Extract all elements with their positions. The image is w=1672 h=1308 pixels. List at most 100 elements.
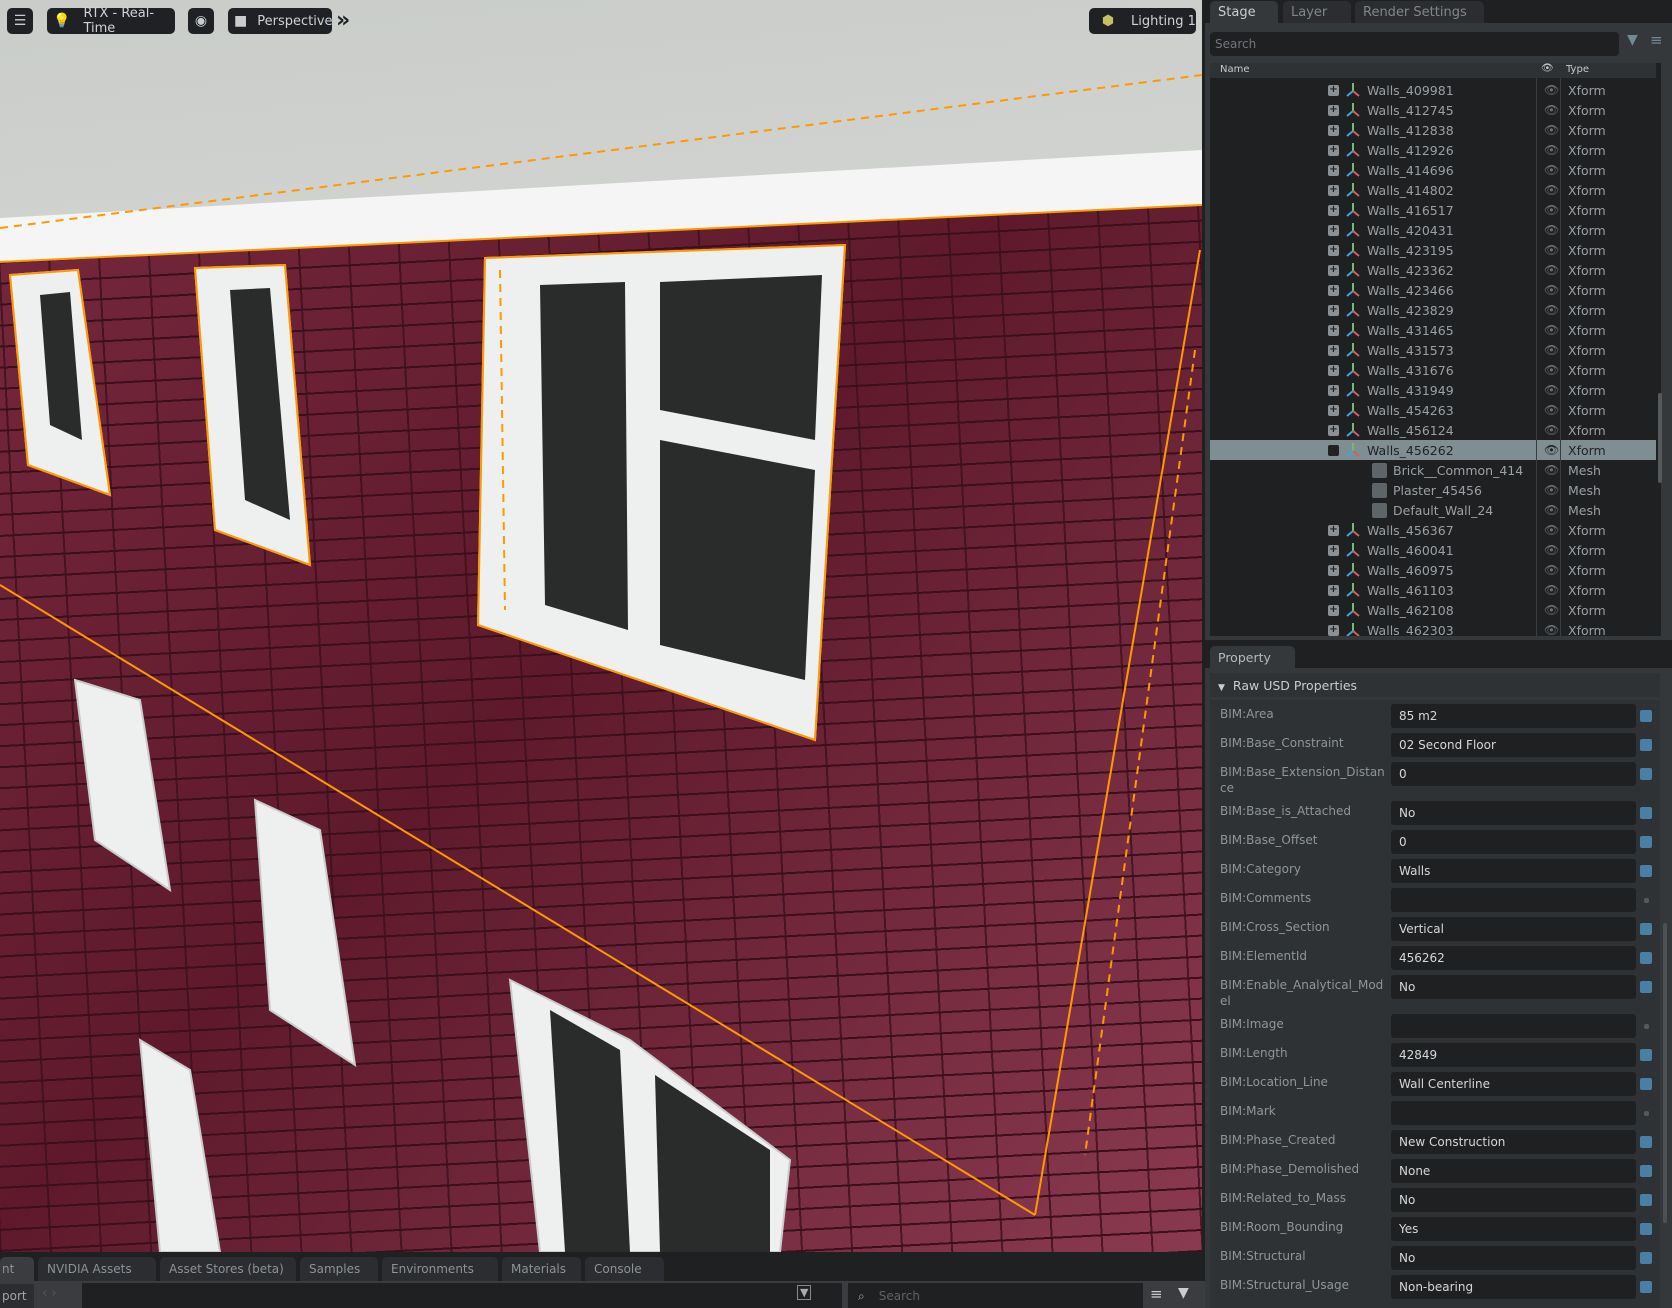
property-set-indicator[interactable] [1640, 1194, 1652, 1206]
list-view-icon[interactable]: ≡ [1150, 1285, 1163, 1303]
expand-icon[interactable]: + [1328, 284, 1339, 296]
stage-search-input[interactable]: Search [1210, 32, 1619, 56]
property-set-indicator[interactable] [1640, 865, 1652, 877]
tab-property[interactable]: Property [1210, 646, 1295, 668]
property-set-indicator[interactable] [1640, 1136, 1652, 1148]
raw-usd-section-header[interactable]: ▼ Raw USD Properties [1210, 673, 1660, 697]
collapse-icon[interactable]: − [1328, 444, 1339, 456]
property-set-indicator[interactable] [1640, 1223, 1652, 1235]
tree-row[interactable]: + Walls_412926 👁 Xform [1210, 140, 1656, 160]
tree-row[interactable]: + Walls_431465 👁 Xform [1210, 320, 1656, 340]
expand-icon[interactable]: + [1328, 204, 1339, 216]
property-value-field[interactable]: New Construction [1391, 1130, 1636, 1154]
property-value-field[interactable]: Wall Centerline [1391, 1072, 1636, 1096]
property-value-field[interactable]: 0 [1391, 830, 1636, 854]
eye-icon[interactable]: 👁 [1544, 143, 1559, 157]
expand-icon[interactable]: + [1328, 344, 1339, 356]
eye-icon[interactable]: 👁 [1541, 63, 1554, 74]
expand-icon[interactable]: + [1328, 424, 1339, 436]
eye-icon[interactable]: 👁 [1544, 343, 1559, 357]
eye-icon[interactable]: 👁 [1544, 503, 1559, 517]
property-value-field[interactable]: Walls [1391, 859, 1636, 883]
eye-icon[interactable]: 👁 [1544, 383, 1559, 397]
tree-scrollbar[interactable] [1658, 393, 1662, 483]
property-set-indicator[interactable] [1640, 710, 1652, 722]
eye-icon[interactable]: 👁 [1544, 103, 1559, 117]
bottom-tab[interactable]: Asset Stores (beta) [160, 1257, 296, 1281]
property-value-field[interactable]: None [1391, 1159, 1636, 1183]
filter-icon[interactable]: ▼ [1627, 32, 1638, 48]
eye-icon[interactable]: 👁 [1544, 543, 1559, 557]
eye-icon[interactable]: 👁 [1544, 123, 1559, 137]
tree-row[interactable]: + Walls_462303 👁 Xform [1210, 620, 1656, 636]
tree-row[interactable]: Plaster_45456 👁 Mesh [1210, 480, 1656, 500]
tab-stage[interactable]: Stage [1210, 1, 1278, 24]
property-value-field[interactable] [1391, 888, 1636, 912]
eye-icon[interactable]: 👁 [1544, 603, 1559, 617]
expand-icon[interactable]: + [1328, 564, 1339, 576]
filter-icon[interactable]: ▼ [1178, 1285, 1189, 1301]
expand-icon[interactable]: + [1328, 624, 1339, 636]
property-value-field[interactable]: No [1391, 975, 1636, 999]
bottom-tab[interactable]: nt [0, 1257, 34, 1281]
eye-icon[interactable]: 👁 [1544, 303, 1559, 317]
property-set-indicator[interactable] [1644, 1111, 1649, 1116]
property-set-indicator[interactable] [1640, 952, 1652, 964]
chevron-right-icon[interactable]: » [336, 8, 350, 33]
tree-row[interactable]: + Walls_462108 👁 Xform [1210, 600, 1656, 620]
property-set-indicator[interactable] [1640, 807, 1652, 819]
menu-icon[interactable]: ≡ [1650, 31, 1663, 49]
tree-row[interactable]: + Walls_454263 👁 Xform [1210, 400, 1656, 420]
property-value-field[interactable]: 456262 [1391, 946, 1636, 970]
eye-icon[interactable]: 👁 [1544, 463, 1559, 477]
eye-icon[interactable]: 👁 [1544, 583, 1559, 597]
tree-row[interactable]: + Walls_414802 👁 Xform [1210, 180, 1656, 200]
tree-row[interactable]: + Walls_423362 👁 Xform [1210, 260, 1656, 280]
back-forward-icon[interactable]: ‹ › [42, 1286, 57, 1301]
property-value-field[interactable]: Vertical [1391, 917, 1636, 941]
expand-icon[interactable]: + [1328, 604, 1339, 616]
expand-icon[interactable]: + [1328, 304, 1339, 316]
tree-row[interactable]: + Walls_456367 👁 Xform [1210, 520, 1656, 540]
dropdown-icon[interactable]: ▼ [797, 1285, 812, 1300]
property-value-field[interactable]: No [1391, 801, 1636, 825]
tab-layer[interactable]: Layer [1283, 1, 1351, 24]
expand-icon[interactable]: + [1328, 524, 1339, 536]
bottom-tab[interactable]: Materials [502, 1257, 581, 1281]
subtab-import[interactable]: port [0, 1284, 34, 1308]
property-set-indicator[interactable] [1640, 1281, 1652, 1293]
render-mode-button[interactable]: 💡 RTX - Real-Time [47, 6, 175, 36]
property-value-field[interactable]: Non-bearing [1391, 1275, 1636, 1299]
lighting-button[interactable]: ⬢ Lighting 1 [1089, 8, 1196, 34]
expand-icon[interactable]: + [1328, 144, 1339, 156]
tree-row[interactable]: + Walls_431676 👁 Xform [1210, 360, 1656, 380]
tree-row[interactable]: + Walls_412745 👁 Xform [1210, 100, 1656, 120]
eye-icon[interactable]: 👁 [1544, 623, 1559, 636]
property-value-field[interactable]: Yes [1391, 1217, 1636, 1241]
tab-render-settings[interactable]: Render Settings [1355, 1, 1484, 24]
property-set-indicator[interactable] [1640, 1078, 1652, 1090]
expand-icon[interactable]: + [1328, 264, 1339, 276]
eye-icon[interactable]: 👁 [1544, 263, 1559, 277]
property-set-indicator[interactable] [1640, 1165, 1652, 1177]
expand-icon[interactable]: + [1328, 84, 1339, 96]
property-value-field[interactable]: 85 m2 [1391, 704, 1636, 728]
bottom-tab[interactable]: NVIDIA Assets [38, 1257, 156, 1281]
expand-icon[interactable]: + [1328, 364, 1339, 376]
property-value-field[interactable]: 0 [1391, 762, 1636, 786]
property-scrollbar[interactable] [1663, 923, 1667, 1223]
tree-row[interactable]: Brick__Common_414 👁 Mesh [1210, 460, 1656, 480]
tree-row[interactable]: + Walls_431949 👁 Xform [1210, 380, 1656, 400]
property-value-field[interactable]: 42849 [1391, 1043, 1636, 1067]
tree-row[interactable]: + Walls_431573 👁 Xform [1210, 340, 1656, 360]
eye-icon[interactable]: 👁 [1544, 243, 1559, 257]
expand-icon[interactable]: + [1328, 244, 1339, 256]
tree-row[interactable]: + Walls_412838 👁 Xform [1210, 120, 1656, 140]
tree-row[interactable]: + Walls_460975 👁 Xform [1210, 560, 1656, 580]
path-input[interactable] [82, 1283, 842, 1308]
eye-icon[interactable]: 👁 [1544, 323, 1559, 337]
property-value-field[interactable] [1391, 1101, 1636, 1125]
tree-row[interactable]: + Walls_416517 👁 Xform [1210, 200, 1656, 220]
property-value-field[interactable]: No [1391, 1246, 1636, 1270]
property-value-field[interactable]: 02 Second Floor [1391, 733, 1636, 757]
